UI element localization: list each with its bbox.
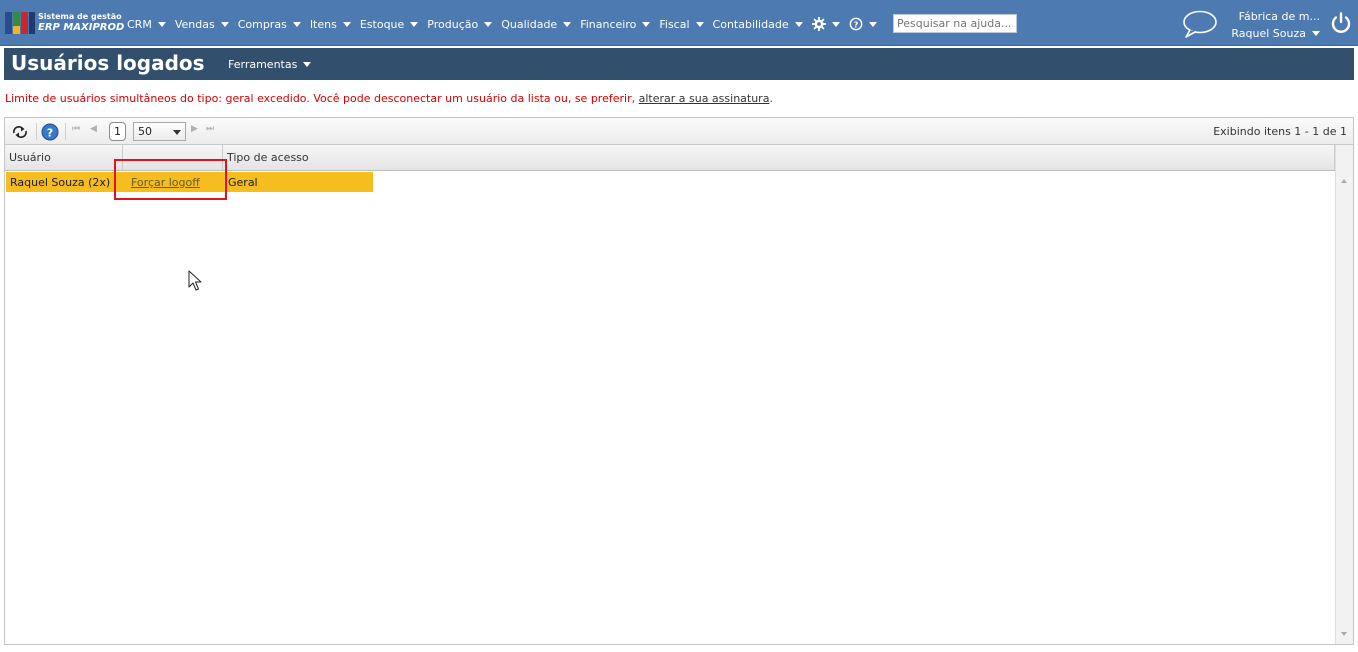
caret-down-icon <box>342 21 351 27</box>
dropdown-arrow-icon <box>173 130 181 135</box>
caret-down-icon <box>292 21 301 27</box>
brand-name: ERP MAXIPROD <box>38 22 125 33</box>
caret-down-icon <box>220 21 229 27</box>
svg-text:?: ? <box>47 126 53 139</box>
menu-estoque[interactable]: Estoque <box>360 18 419 31</box>
svg-text:?: ? <box>853 21 858 30</box>
caret-down-icon <box>868 21 877 27</box>
gear-icon <box>811 17 826 31</box>
caret-down-icon <box>303 62 312 67</box>
page-header: Usuários logados Ferramentas <box>4 48 1354 80</box>
help-icon[interactable]: ? <box>40 122 60 141</box>
caret-down-icon <box>563 21 572 27</box>
menu-settings[interactable] <box>811 17 840 31</box>
top-navigation-bar: Sistema de gestão ERP MAXIPROD CRM Venda… <box>0 0 1358 46</box>
power-icon[interactable] <box>1329 11 1353 35</box>
items-count: Exibindo itens 1 - 1 de 1 <box>1213 125 1347 138</box>
caret-down-icon <box>484 21 493 27</box>
previous-page-icon[interactable]: ◀ <box>90 124 97 134</box>
first-page-icon[interactable]: ⏮ <box>72 124 80 134</box>
column-header-user[interactable]: Usuário <box>5 145 123 170</box>
menu-fiscal[interactable]: Fiscal <box>659 18 704 31</box>
menu-financeiro[interactable]: Financeiro <box>580 18 651 31</box>
menu-producao[interactable]: Produção <box>427 18 493 31</box>
change-subscription-link[interactable]: alterar a sua assinatura <box>639 92 770 105</box>
cell-user: Raquel Souza (2x) <box>6 172 123 192</box>
caret-down-icon <box>642 21 651 27</box>
caret-down-icon <box>695 21 704 27</box>
last-page-icon[interactable]: ⏭ <box>206 124 214 134</box>
menu-qualidade[interactable]: Qualidade <box>501 18 572 31</box>
company-name: Fábrica de m... <box>1238 10 1320 23</box>
chat-bubble-icon[interactable] <box>1181 9 1219 39</box>
scroll-up-icon[interactable] <box>1341 179 1347 183</box>
page-title: Usuários logados <box>11 51 205 75</box>
caret-down-icon <box>794 21 803 27</box>
user-limit-warning: Limite de usuários simultâneos do tipo: … <box>5 92 773 105</box>
brand-subtitle: Sistema de gestão <box>38 12 122 21</box>
next-page-icon[interactable]: ▶ <box>191 124 198 134</box>
tools-menu[interactable]: Ferramentas <box>228 58 312 71</box>
vertical-scrollbar[interactable] <box>1335 145 1353 644</box>
caret-down-icon <box>831 21 840 27</box>
help-search-input[interactable] <box>893 14 1017 33</box>
warning-text: Limite de usuários simultâneos do tipo: … <box>5 92 639 105</box>
scroll-down-icon[interactable] <box>1341 632 1347 636</box>
caret-down-icon <box>1312 31 1320 36</box>
user-name: Raquel Souza <box>1231 27 1306 40</box>
menu-compras[interactable]: Compras <box>238 18 301 31</box>
main-menu: CRM Vendas Compras Itens Estoque Produçã… <box>127 16 886 32</box>
column-header-access-type[interactable]: Tipo de acesso <box>223 145 1335 170</box>
user-menu[interactable]: Raquel Souza <box>1231 27 1320 40</box>
menu-vendas[interactable]: Vendas <box>175 18 229 31</box>
menu-help[interactable]: ? <box>849 17 877 31</box>
refresh-icon[interactable] <box>10 122 30 141</box>
current-page[interactable]: 1 <box>109 122 126 141</box>
mouse-pointer-icon <box>188 270 202 292</box>
maxiprod-logo <box>5 12 35 34</box>
grid-toolbar: ? ⏮ ◀ 1 50 ▶ ⏭ Exibindo itens 1 - 1 de 1 <box>5 118 1353 145</box>
menu-crm[interactable]: CRM <box>127 18 166 31</box>
highlight-annotation <box>114 159 227 200</box>
caret-down-icon <box>410 21 419 27</box>
question-circle-icon: ? <box>849 17 863 31</box>
page-size-select[interactable]: 50 <box>133 122 186 141</box>
menu-contabilidade[interactable]: Contabilidade <box>713 18 803 31</box>
caret-down-icon <box>157 21 166 27</box>
cell-access-type: Geral <box>224 172 373 192</box>
menu-itens[interactable]: Itens <box>310 18 351 31</box>
